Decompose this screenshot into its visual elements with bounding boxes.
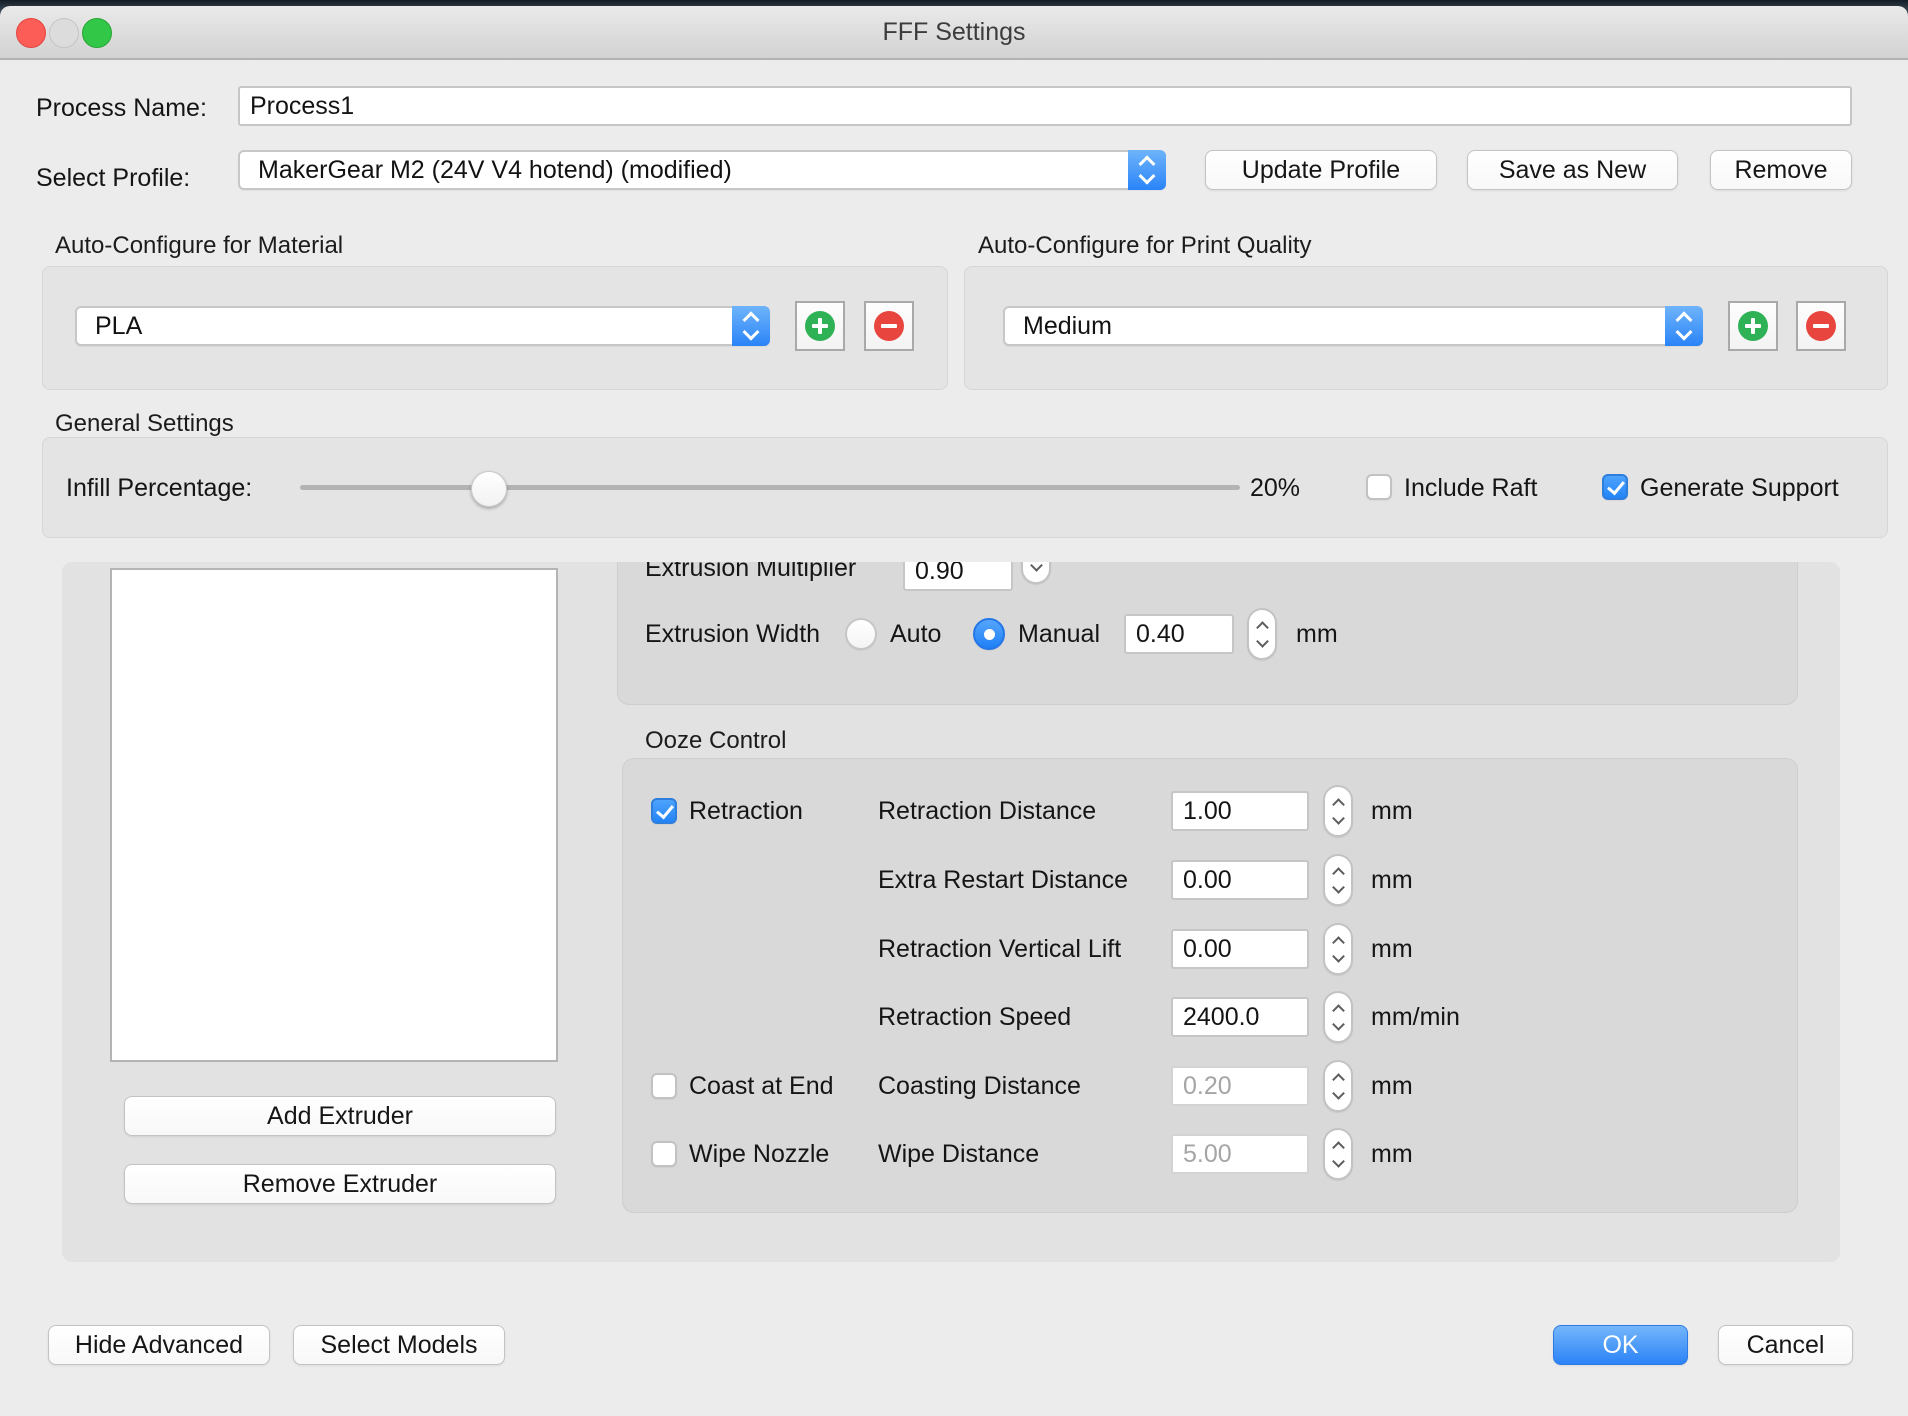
ooze-row: Retraction Speed mm/min (623, 997, 1797, 1037)
generate-support-checkbox[interactable] (1602, 474, 1628, 500)
ooze-row: Retraction Retraction Distance mm (623, 791, 1797, 831)
wipe-nozzle-checkbox[interactable] (651, 1141, 677, 1167)
profile-value: MakerGear M2 (24V V4 hotend) (modified) (258, 152, 732, 188)
quality-remove-button[interactable] (1796, 301, 1846, 351)
quality-section-label: Auto-Configure for Print Quality (978, 232, 1311, 260)
stepper[interactable] (1323, 991, 1353, 1043)
cancel-button[interactable]: Cancel (1718, 1325, 1853, 1365)
plus-icon (1738, 311, 1768, 341)
ooze-section-label: Ooze Control (645, 727, 786, 755)
generate-support-label: Generate Support (1640, 473, 1839, 503)
extrusion-width-input[interactable] (1124, 614, 1234, 654)
stepper[interactable] (1323, 1128, 1353, 1180)
extrusion-width-manual-label: Manual (1018, 614, 1100, 654)
wipe-distance-input[interactable] (1171, 1134, 1309, 1174)
ok-button[interactable]: OK (1553, 1325, 1688, 1365)
remove-profile-button[interactable]: Remove (1710, 150, 1852, 190)
material-value: PLA (95, 308, 142, 344)
extrusion-width-auto-label: Auto (890, 614, 941, 654)
material-section-label: Auto-Configure for Material (55, 232, 343, 260)
extrusion-width-label: Extrusion Width (645, 614, 820, 654)
plus-icon (805, 311, 835, 341)
minus-icon (1806, 311, 1836, 341)
coast-at-end-label: Coast at End (689, 1066, 834, 1106)
retraction-distance-input[interactable] (1171, 791, 1309, 831)
fff-settings-window: FFF Settings Process Name: Select Profil… (0, 0, 1908, 1416)
unit-label: mm (1371, 791, 1413, 831)
infill-label: Infill Percentage: (66, 473, 252, 503)
stepper[interactable] (1323, 785, 1353, 837)
extrusion-width-manual-radio[interactable] (973, 618, 1005, 650)
extrusion-multiplier-stepper[interactable] (1021, 562, 1051, 584)
retraction-speed-input[interactable] (1171, 997, 1309, 1037)
include-raft-label: Include Raft (1404, 473, 1537, 503)
stepper[interactable] (1323, 1060, 1353, 1112)
title-bar[interactable]: FFF Settings (0, 6, 1908, 60)
quality-value: Medium (1023, 308, 1112, 344)
combobox-arrows-icon (732, 306, 770, 346)
window-title: FFF Settings (0, 6, 1908, 58)
extrusion-width-unit: mm (1296, 614, 1338, 654)
general-section-label: General Settings (55, 410, 234, 438)
param-label: Wipe Distance (878, 1134, 1039, 1174)
param-label: Extra Restart Distance (878, 860, 1128, 900)
dialog-content: Process Name: Select Profile: MakerGear … (0, 60, 1908, 1416)
extrusion-multiplier-input[interactable] (903, 562, 1013, 591)
ooze-row: Extra Restart Distance mm (623, 860, 1797, 900)
extrusion-width-stepper[interactable] (1247, 608, 1277, 660)
param-label: Retraction Speed (878, 997, 1071, 1037)
infill-value: 20% (1250, 473, 1300, 503)
stepper[interactable] (1323, 923, 1353, 975)
hide-advanced-button[interactable]: Hide Advanced (48, 1325, 270, 1365)
minus-icon (874, 311, 904, 341)
unit-label: mm/min (1371, 997, 1460, 1037)
stepper[interactable] (1323, 854, 1353, 906)
coasting-distance-input[interactable] (1171, 1066, 1309, 1106)
unit-label: mm (1371, 929, 1413, 969)
combobox-arrows-icon (1665, 306, 1703, 346)
process-name-input[interactable] (238, 86, 1852, 126)
ooze-group: Retraction Retraction Distance mm Extra … (622, 758, 1798, 1213)
coast-at-end-checkbox[interactable] (651, 1073, 677, 1099)
extrusion-width-auto-radio[interactable] (845, 618, 877, 650)
save-as-new-button[interactable]: Save as New (1467, 150, 1678, 190)
remove-extruder-button[interactable]: Remove Extruder (124, 1164, 556, 1204)
param-label: Retraction Distance (878, 791, 1096, 831)
settings-scroll-area[interactable]: Add Extruder Remove Extruder Extrusion M… (62, 562, 1840, 1262)
unit-label: mm (1371, 1066, 1413, 1106)
infill-slider-thumb[interactable] (471, 471, 507, 507)
extrusion-group: Extrusion Multiplier Extrusion Width Aut… (617, 562, 1798, 705)
include-raft-checkbox[interactable] (1366, 474, 1392, 500)
ooze-row: Retraction Vertical Lift mm (623, 929, 1797, 969)
quality-add-button[interactable] (1728, 301, 1778, 351)
extra-restart-distance-input[interactable] (1171, 860, 1309, 900)
ooze-row: Wipe Nozzle Wipe Distance mm (623, 1134, 1797, 1174)
add-extruder-button[interactable]: Add Extruder (124, 1096, 556, 1136)
extruder-list[interactable] (110, 568, 558, 1062)
material-remove-button[interactable] (864, 301, 914, 351)
select-profile-label: Select Profile: (36, 158, 190, 198)
retraction-vertical-lift-input[interactable] (1171, 929, 1309, 969)
param-label: Retraction Vertical Lift (878, 929, 1121, 969)
update-profile-button[interactable]: Update Profile (1205, 150, 1437, 190)
material-combobox[interactable]: PLA (75, 306, 770, 346)
wipe-nozzle-label: Wipe Nozzle (689, 1134, 829, 1174)
profile-combobox[interactable]: MakerGear M2 (24V V4 hotend) (modified) (238, 150, 1166, 190)
extrusion-multiplier-label: Extrusion Multiplier (645, 562, 856, 588)
combobox-arrows-icon (1128, 150, 1166, 190)
infill-slider-track[interactable] (300, 485, 1240, 490)
param-label: Coasting Distance (878, 1066, 1081, 1106)
select-models-button[interactable]: Select Models (293, 1325, 505, 1365)
ooze-row: Coast at End Coasting Distance mm (623, 1066, 1797, 1106)
process-name-label: Process Name: (36, 88, 207, 128)
retraction-checkbox[interactable] (651, 798, 677, 824)
unit-label: mm (1371, 860, 1413, 900)
retraction-label: Retraction (689, 791, 803, 831)
quality-combobox[interactable]: Medium (1003, 306, 1703, 346)
material-add-button[interactable] (795, 301, 845, 351)
unit-label: mm (1371, 1134, 1413, 1174)
